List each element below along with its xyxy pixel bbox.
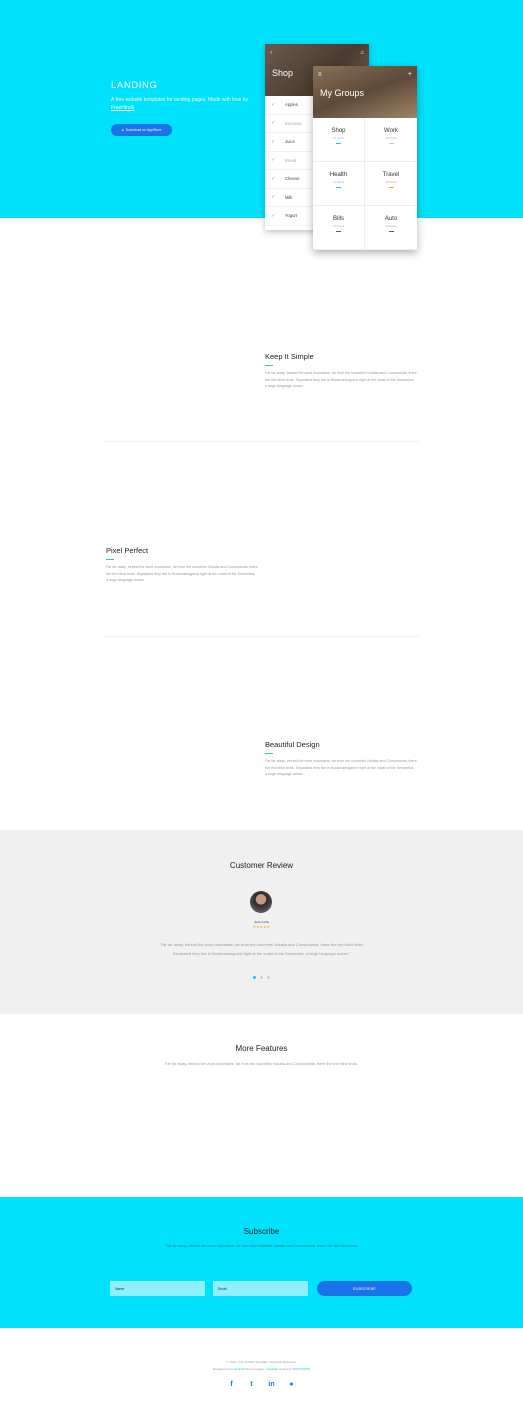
subscribe-button[interactable]: SUBSCRIBE <box>317 1281 412 1296</box>
feature-text: Far far away, behind the word mountains,… <box>265 371 417 388</box>
shop-item-label: Apples <box>285 102 298 108</box>
more-features-section: More Features Far far away, behind the w… <box>0 1044 523 1068</box>
group-name: Travel <box>382 172 400 178</box>
subscribe-section: Subscribe Far far away, behind the word … <box>0 1197 523 1328</box>
review-text: "Far far away, behind the word mountains… <box>159 942 364 956</box>
shop-item-label: Bananas <box>285 120 302 126</box>
checkmark-icon: ✓ <box>271 101 276 108</box>
cart-icon: ⌂ <box>360 50 364 56</box>
hero-section: LANDING A free website templates for lan… <box>0 0 523 250</box>
shop-item-label: Bread <box>285 157 297 163</box>
subscribe-heading: Subscribe <box>243 1227 280 1236</box>
checkmark-icon: ✓ <box>271 212 276 219</box>
carousel-dot-3[interactable] <box>267 976 270 979</box>
group-count: 10 Todos <box>332 136 345 140</box>
groups-grid: Shop 10 Todos Work 10 Todos Health 10 Todos Tr… <box>313 118 417 250</box>
checkmark-icon: ✓ <box>271 138 276 145</box>
group-color-bar <box>336 231 341 233</box>
more-features-text: Far far away, behind the word mountains,… <box>165 1062 358 1066</box>
feature-title: Beautiful Design <box>265 740 320 749</box>
group-color-bar <box>388 187 394 189</box>
rating-stars: ★★★★★ <box>252 925 271 929</box>
add-icon: + <box>407 71 412 78</box>
apple-icon: ● <box>121 128 124 132</box>
group-color-bar <box>336 187 341 189</box>
shop-item-label: Milk <box>285 194 293 200</box>
feature-underline <box>265 365 273 366</box>
groups-header-image: ≡ + My Groups <box>313 66 417 118</box>
group-tile[interactable]: Auto 10 Todos <box>365 206 417 250</box>
linkedin-icon[interactable]: in <box>268 1381 276 1388</box>
feature-underline <box>106 559 114 560</box>
divider <box>104 441 420 442</box>
more-features-heading: More Features <box>235 1044 288 1053</box>
group-count: 10 Todos <box>385 136 397 140</box>
group-count: 10 Todos <box>332 224 345 228</box>
group-color-bar <box>336 143 341 145</box>
feature-pixel-perfect: Pixel Perfect Far far away, behind the w… <box>106 546 258 584</box>
group-name: Health <box>329 172 348 178</box>
feature-text: Far far away, behind the word mountains,… <box>106 565 258 582</box>
feature-beautiful-design: Beautiful Design Far far away, behind th… <box>265 740 417 778</box>
checkmark-icon: ✓ <box>271 194 276 201</box>
feature-text: Far far away, behind the word mountains,… <box>265 759 417 776</box>
checkmark-icon: ✓ <box>271 175 276 182</box>
group-tile[interactable]: Work 10 Todos <box>365 118 417 162</box>
group-count: 10 Todos <box>332 180 345 184</box>
review-heading: Customer Review <box>229 861 294 870</box>
group-name: Shop <box>331 128 346 134</box>
feature-underline <box>265 753 273 754</box>
group-name: Bills <box>332 216 344 222</box>
checkmark-icon: ✓ <box>271 157 276 164</box>
download-appstore-button[interactable]: ● Download on AppStore <box>111 124 172 136</box>
feature-title: Keep It Simple <box>265 352 314 361</box>
back-arrow-icon: ‹ <box>270 50 272 56</box>
hero-subtitle: A free website templates for landing pag… <box>111 97 249 111</box>
carousel-dots <box>0 976 523 979</box>
freehtml5-link[interactable]: FreeHtml5 <box>111 105 134 111</box>
twitter-icon[interactable]: t <box>248 1381 256 1388</box>
group-name: Auto <box>384 216 398 222</box>
carousel-dot-2[interactable] <box>260 976 263 979</box>
group-color-bar <box>388 231 394 233</box>
group-name: Work <box>384 128 398 134</box>
group-count: 10 Todos <box>385 180 397 184</box>
shop-title: Shop <box>272 68 294 78</box>
carousel-dot-1[interactable] <box>253 976 256 979</box>
shop-item-label: Yogurt <box>285 213 297 219</box>
email-input[interactable]: Email <box>213 1281 308 1296</box>
feature-title: Pixel Perfect <box>106 546 149 555</box>
groups-phone-mockup: ≡ + My Groups Shop 10 Todos Work 10 Todos He… <box>313 66 417 250</box>
group-tile[interactable]: Health 10 Todos <box>313 162 365 206</box>
hero-title: LANDING <box>111 80 158 91</box>
footer-copyright: © 2016. Free HTML5 Template. All Rights … <box>226 1360 297 1364</box>
footer-credits: Designed by FreeHtml5 Demo Images: Unspl… <box>212 1367 311 1371</box>
checkmark-icon: ✓ <box>271 120 276 127</box>
group-tile[interactable]: Shop 10 Todos <box>313 118 365 162</box>
customer-review-section: Customer Review JEAN DOE ★★★★★ "Far far … <box>0 830 523 1014</box>
social-links: f t in ● <box>0 1381 523 1388</box>
avatar <box>250 891 272 913</box>
groups-title: My Groups <box>320 88 365 98</box>
shop-item-label: Juice <box>285 139 295 145</box>
apple-icon[interactable]: ● <box>288 1381 296 1388</box>
divider <box>104 636 420 637</box>
feature-keep-it-simple: Keep It Simple Far far away, behind the … <box>265 352 417 390</box>
subscribe-text: Far far away, behind the word mountains,… <box>165 1244 359 1248</box>
shop-item-label: Cheese <box>285 176 300 182</box>
reviewer-name: JEAN DOE <box>253 920 269 924</box>
facebook-icon[interactable]: f <box>228 1381 236 1388</box>
group-color-bar <box>388 143 394 145</box>
group-tile[interactable]: Bills 10 Todos <box>313 206 365 250</box>
group-tile[interactable]: Travel 10 Todos <box>365 162 417 206</box>
name-input[interactable]: Name <box>110 1281 205 1296</box>
coder-link[interactable]: BOOTSNIPP <box>293 1367 311 1371</box>
group-count: 10 Todos <box>385 224 397 228</box>
unsplash-link[interactable]: Unsplash <box>266 1367 279 1371</box>
designer-link[interactable]: FreeHtml5 <box>230 1367 244 1371</box>
menu-icon: ≡ <box>318 72 322 78</box>
